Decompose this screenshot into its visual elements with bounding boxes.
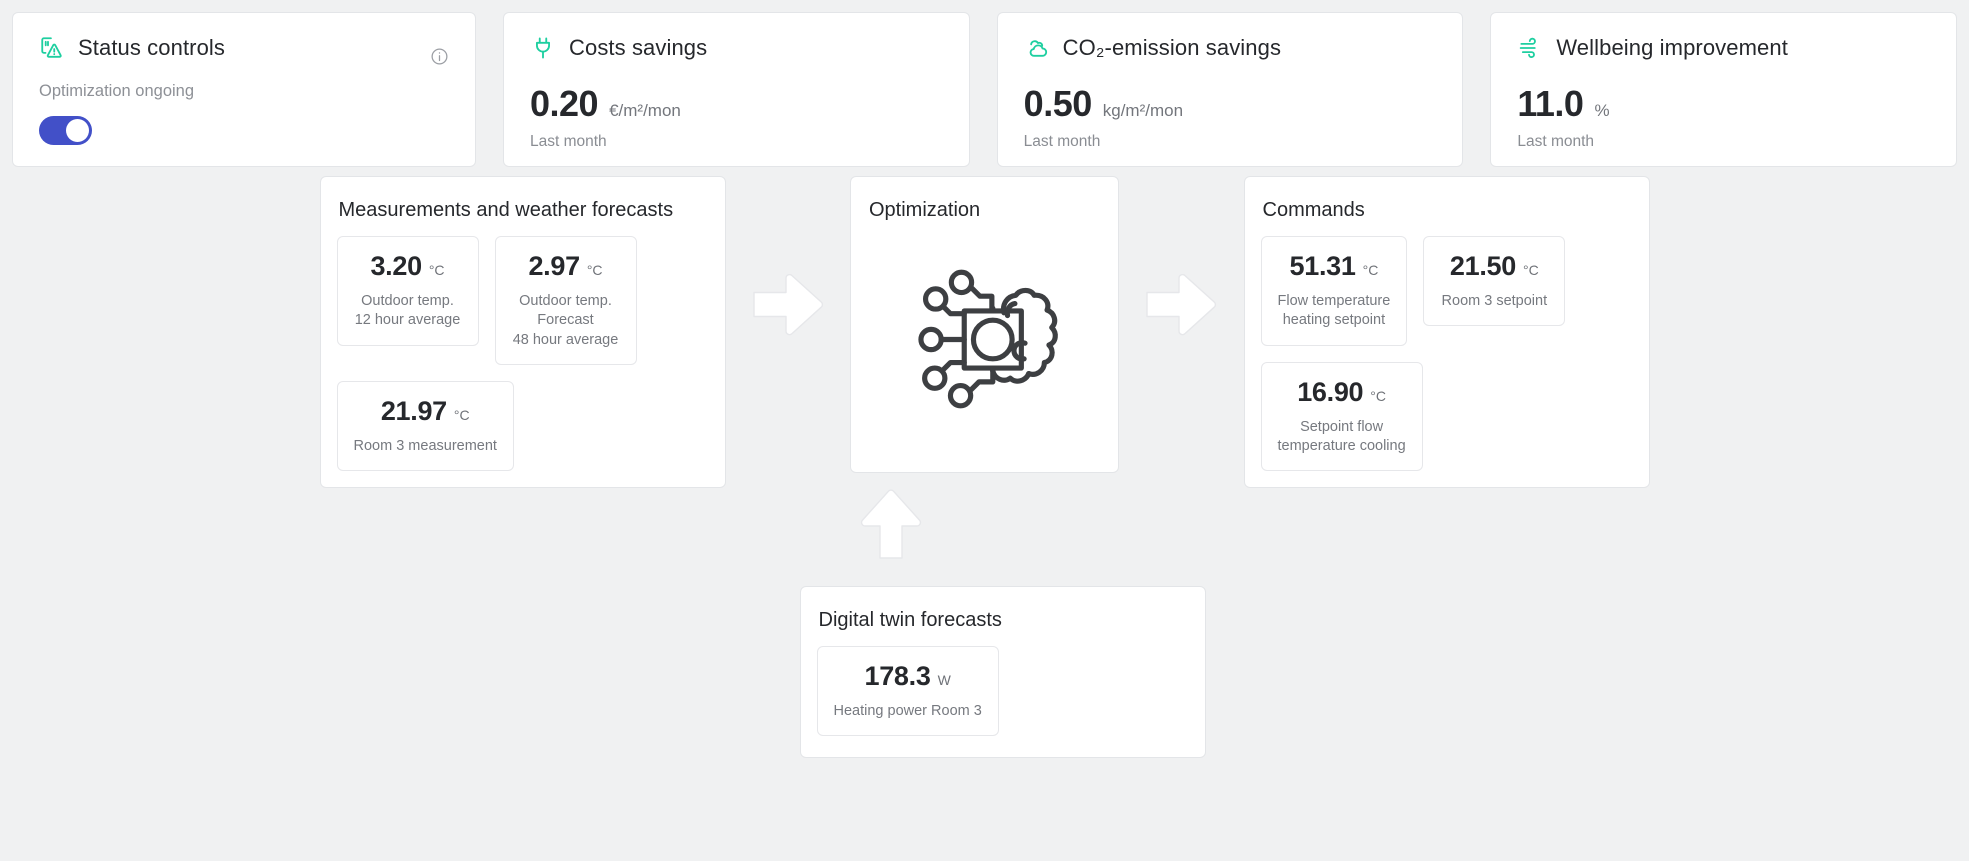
digital-twin-panel: Digital twin forecasts 178.3 W Heating p… bbox=[799, 586, 1206, 759]
tile-label: Room 3 setpoint bbox=[1441, 293, 1548, 309]
status-subtitle: Optimization ongoing bbox=[39, 82, 195, 100]
co2-savings-header: CO₂-emission savings bbox=[1024, 35, 1437, 61]
tile-unit: °C bbox=[453, 406, 470, 423]
status-warning-icon bbox=[39, 35, 65, 61]
commands-column: Commands 51.31 °C Flow temperature heati… bbox=[1243, 176, 1650, 489]
tile-value: 16.90 bbox=[1297, 376, 1364, 407]
co2-savings-title: CO₂-emission savings bbox=[1062, 35, 1282, 60]
co2-savings-footnote: Last month bbox=[1023, 133, 1101, 150]
arrow-measurements-to-optimization bbox=[726, 176, 851, 341]
tile-value-row: 3.20 °C bbox=[354, 251, 462, 282]
commands-tiles: 51.31 °C Flow temperature heating setpoi… bbox=[1260, 236, 1633, 472]
tile-room3-setpoint[interactable]: 21.50 °C Room 3 setpoint bbox=[1423, 236, 1566, 327]
measurements-tiles: 3.20 °C Outdoor temp. 12 hour average 2.… bbox=[336, 236, 709, 472]
tile-unit: °C bbox=[1523, 262, 1539, 278]
arrow-optimization-to-commands bbox=[1119, 176, 1244, 341]
arrow-twin-to-optimization bbox=[857, 488, 925, 565]
dashboard-page: Status controls Optimization ongoing Cos… bbox=[0, 0, 1969, 861]
tile-label: Setpoint flow temperature cooling bbox=[1277, 418, 1406, 454]
tile-value-row: 21.50 °C bbox=[1440, 251, 1548, 282]
tile-setpoint-flow-temperature-cooling[interactable]: 16.90 °C Setpoint flow temperature cooli… bbox=[1260, 361, 1423, 472]
costs-savings-card: Costs savings 0.20 €/m²/mon Last month bbox=[503, 12, 970, 167]
status-controls-header: Status controls bbox=[39, 35, 449, 61]
arrow-up-icon bbox=[857, 489, 925, 564]
measurements-title: Measurements and weather forecasts bbox=[338, 199, 674, 221]
co2-savings-unit: kg/m²/mon bbox=[1102, 101, 1184, 120]
digital-twin-section: Digital twin forecasts 178.3 W Heating p… bbox=[320, 488, 1650, 818]
commands-panel: Commands 51.31 °C Flow temperature heati… bbox=[1243, 176, 1650, 489]
tile-value-row: 2.97 °C bbox=[512, 251, 620, 282]
tile-value: 2.97 bbox=[528, 251, 580, 281]
arrow-right-icon bbox=[1145, 273, 1217, 341]
measurements-column: Measurements and weather forecasts 3.20 … bbox=[319, 176, 726, 489]
digital-twin-title: Digital twin forecasts bbox=[818, 609, 1002, 632]
tile-label: Outdoor temp. 12 hour average bbox=[354, 293, 461, 329]
tile-outdoor-temp-forecast-48h[interactable]: 2.97 °C Outdoor temp. Forecast 48 hour a… bbox=[494, 236, 637, 365]
costs-savings-header: Costs savings bbox=[530, 35, 943, 61]
tile-value-row: 16.90 °C bbox=[1278, 377, 1406, 408]
costs-savings-title: Costs savings bbox=[569, 35, 708, 60]
arrow-right-icon bbox=[752, 273, 824, 341]
tile-unit: °C bbox=[586, 262, 603, 278]
costs-savings-value-row: 0.20 €/m²/mon bbox=[530, 83, 943, 125]
wellbeing-card: Wellbeing improvement 11.0 % Last month bbox=[1490, 12, 1958, 167]
costs-savings-footnote: Last month bbox=[530, 133, 607, 150]
tile-value: 21.97 bbox=[380, 395, 447, 426]
tile-value-row: 51.31 °C bbox=[1278, 251, 1391, 282]
digital-twin-tiles: 178.3 W Heating power Room 3 bbox=[816, 646, 1189, 737]
wellbeing-header: Wellbeing improvement bbox=[1517, 35, 1930, 61]
commands-title: Commands bbox=[1262, 199, 1365, 221]
plug-icon bbox=[530, 35, 556, 61]
measurements-panel: Measurements and weather forecasts 3.20 … bbox=[319, 176, 726, 489]
wellbeing-value: 11.0 bbox=[1517, 83, 1584, 124]
tile-unit: °C bbox=[1370, 387, 1386, 404]
tile-label: Flow temperature heating setpoint bbox=[1277, 293, 1391, 329]
wellbeing-footnote: Last month bbox=[1517, 133, 1595, 150]
tile-outdoor-temp-12h[interactable]: 3.20 °C Outdoor temp. 12 hour average bbox=[336, 236, 479, 346]
tile-value: 3.20 bbox=[370, 251, 422, 281]
optimization-title: Optimization bbox=[869, 199, 981, 221]
ai-chip-brain-icon bbox=[892, 252, 1077, 432]
kpi-row: Status controls Optimization ongoing Cos… bbox=[0, 0, 1969, 167]
tile-value-row: 178.3 W bbox=[834, 661, 982, 692]
tile-heating-power-room3[interactable]: 178.3 W Heating power Room 3 bbox=[816, 646, 999, 737]
tile-flow-temperature-heating-setpoint[interactable]: 51.31 °C Flow temperature heating setpoi… bbox=[1260, 236, 1408, 346]
cloud-icon bbox=[1024, 35, 1050, 61]
optimization-icon-wrap bbox=[867, 236, 1102, 456]
tile-label: Heating power Room 3 bbox=[833, 703, 982, 720]
costs-savings-unit: €/m²/mon bbox=[609, 101, 681, 120]
digital-twin-panel-wrap: Digital twin forecasts 178.3 W Heating p… bbox=[799, 586, 1206, 759]
tile-unit: °C bbox=[428, 262, 445, 278]
toggle-knob bbox=[66, 119, 89, 142]
tile-room3-measurement[interactable]: 21.97 °C Room 3 measurement bbox=[336, 380, 514, 472]
wellbeing-title: Wellbeing improvement bbox=[1556, 35, 1788, 60]
costs-savings-value: 0.20 bbox=[530, 83, 599, 124]
wellbeing-unit: % bbox=[1594, 101, 1610, 120]
flow-inner: Measurements and weather forecasts 3.20 … bbox=[319, 176, 1650, 818]
status-controls-card: Status controls Optimization ongoing bbox=[12, 12, 476, 167]
info-icon[interactable] bbox=[430, 47, 449, 66]
tile-value: 178.3 bbox=[864, 661, 931, 692]
tile-unit: W bbox=[937, 672, 951, 689]
flow-columns: Measurements and weather forecasts 3.20 … bbox=[319, 176, 1650, 489]
tile-value-row: 21.97 °C bbox=[354, 396, 497, 427]
co2-savings-value: 0.50 bbox=[1023, 83, 1093, 124]
co2-savings-value-row: 0.50 kg/m²/mon bbox=[1024, 83, 1437, 125]
optimization-toggle[interactable] bbox=[39, 116, 92, 145]
co2-savings-card: CO₂-emission savings 0.50 kg/m²/mon Last… bbox=[996, 12, 1464, 167]
optimization-column: Optimization bbox=[850, 176, 1119, 473]
optimization-panel: Optimization bbox=[850, 176, 1119, 473]
tile-label: Outdoor temp. Forecast 48 hour average bbox=[512, 293, 619, 348]
status-controls-title: Status controls bbox=[78, 35, 226, 60]
wind-icon bbox=[1517, 35, 1543, 61]
tile-value: 21.50 bbox=[1449, 251, 1516, 281]
tile-unit: °C bbox=[1362, 262, 1379, 278]
optimization-flow: Measurements and weather forecasts 3.20 … bbox=[0, 176, 1969, 818]
tile-value: 51.31 bbox=[1289, 251, 1356, 281]
wellbeing-value-row: 11.0 % bbox=[1517, 83, 1930, 125]
tile-label: Room 3 measurement bbox=[353, 437, 497, 454]
